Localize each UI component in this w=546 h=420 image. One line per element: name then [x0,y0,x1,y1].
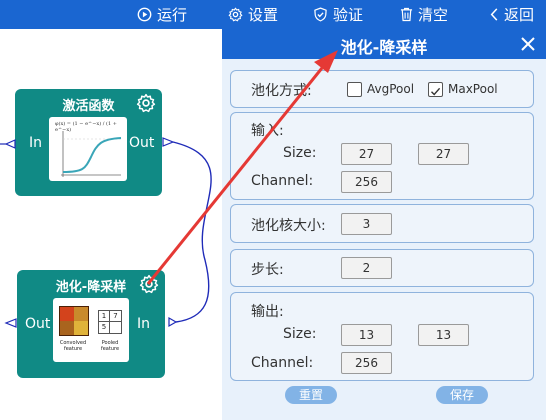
input-size-label: Size: [283,145,317,161]
input-group: 输入: Size: 27 27 Channel: 256 [230,112,534,200]
pooled-caption: Pooled feature [100,340,120,352]
panel-title: 池化-降采样 [340,38,428,57]
run-label: 运行 [157,6,188,24]
kernel-size-field[interactable]: 3 [341,213,392,235]
verify-button[interactable]: 验证 [313,0,363,29]
activation-thumbnail: φ(x) = (1 − e^−x) / (1 + e^−x) [49,117,127,181]
maxpool-checkbox[interactable] [428,82,443,97]
input-channel-field[interactable]: 256 [341,171,392,193]
input-size-width-field[interactable]: 27 [341,143,392,165]
properties-panel: 池化-降采样 池化方式: AvgPool MaxPool 输入: Size: 2… [222,29,546,420]
pool-method-group: 池化方式: AvgPool MaxPool [230,70,534,108]
clear-label: 清空 [418,6,449,24]
kernel-size-label: 池化核大小: [251,218,326,234]
top-toolbar: 运行 设置 验证 清空 返回 [0,0,546,29]
kernel-size-group: 池化核大小: 3 [230,204,534,243]
clear-button[interactable]: 清空 [400,0,448,29]
activation-in-port[interactable]: In [29,135,42,151]
gear-icon [228,7,243,22]
checkmark-icon [431,87,441,96]
node-settings-gear-icon[interactable] [136,93,156,113]
activation-node[interactable]: 激活函数 In Out φ(x) = (1 − e^−x) / (1 + e^−… [15,89,162,196]
trash-icon [400,7,413,22]
convolved-caption: Convolved feature [59,340,87,352]
output-size-width-field[interactable]: 13 [341,324,392,346]
stride-label: 步长: [251,262,284,278]
activation-out-port[interactable]: Out [129,135,154,151]
pool-method-label: 池化方式: [251,83,312,99]
output-channel-label: Channel: [251,355,314,371]
settings-label: 设置 [248,6,279,24]
panel-header: 池化-降采样 [222,29,546,59]
back-label: 返回 [504,6,535,24]
run-button[interactable]: 运行 [137,0,187,29]
pooled-cell: 1 [99,311,110,322]
pooling-thumbnail: 1 7 5 Convolved feature Pooled feature [53,298,129,362]
output-group: 输出: Size: 13 13 Channel: 256 [230,292,534,381]
activation-curve-icon [61,131,122,177]
pooling-in-port[interactable]: In [137,316,150,332]
settings-button[interactable]: 设置 [228,0,278,29]
convolved-feature-grid [59,306,89,336]
pooled-cell [110,322,121,333]
input-size-height-field[interactable]: 27 [418,143,469,165]
chevron-left-icon [490,8,498,21]
pooled-feature-grid: 1 7 5 [98,310,122,334]
back-button[interactable]: 返回 [489,0,534,29]
save-button[interactable]: 保存 [436,386,488,404]
node-settings-gear-icon[interactable] [139,274,159,294]
output-label: 输出: [251,304,284,320]
output-size-height-field[interactable]: 13 [418,324,469,346]
reset-button[interactable]: 重置 [285,386,337,404]
shield-check-icon [314,7,327,22]
play-icon [137,7,152,22]
pooling-out-port[interactable]: Out [25,316,50,332]
avgpool-label[interactable]: AvgPool [367,82,414,96]
stride-field[interactable]: 2 [341,257,392,279]
close-icon[interactable] [519,35,537,53]
stride-group: 步长: 2 [230,249,534,287]
input-channel-label: Channel: [251,173,314,189]
input-label: 输入: [251,123,284,139]
avgpool-checkbox[interactable] [347,82,362,97]
verify-label: 验证 [333,6,364,24]
pooled-cell: 5 [99,322,110,333]
pooling-node[interactable]: 池化-降采样 Out In 1 7 5 Convolved feature Po… [17,270,165,378]
output-size-label: Size: [283,326,317,342]
pooled-cell: 7 [110,311,121,322]
maxpool-label[interactable]: MaxPool [448,82,498,96]
output-channel-field[interactable]: 256 [341,352,392,374]
